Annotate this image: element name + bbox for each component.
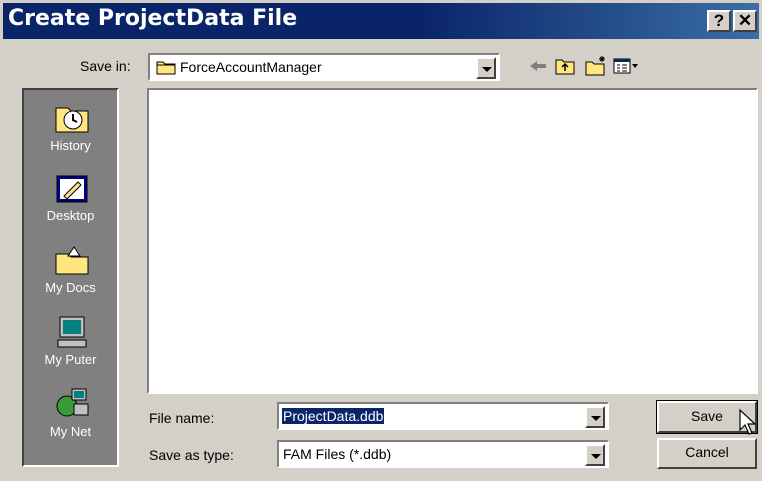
- file-list[interactable]: [147, 88, 758, 394]
- view-menu-icon[interactable]: [612, 55, 640, 77]
- file-name-input[interactable]: ProjectData.ddb: [282, 408, 385, 424]
- places-label-my-puter: My Puter: [44, 352, 97, 367]
- new-folder-icon[interactable]: [584, 55, 608, 77]
- save-in-combo[interactable]: ForceAccountManager: [148, 53, 500, 81]
- cancel-button[interactable]: Cancel: [657, 438, 757, 469]
- file-name-combo[interactable]: ProjectData.ddb: [277, 402, 609, 430]
- close-button[interactable]: ✕: [733, 10, 757, 32]
- dialog-title: Create ProjectData File: [8, 6, 298, 31]
- back-icon[interactable]: [526, 55, 550, 77]
- places-bar: History Desktop My Docs My Puter My Net: [22, 88, 119, 467]
- desktop-icon: [56, 175, 88, 203]
- my-network-icon: [56, 388, 89, 417]
- history-icon: [55, 107, 89, 133]
- help-button[interactable]: ?: [707, 10, 731, 32]
- file-name-dropdown-button[interactable]: [585, 406, 605, 428]
- folder-icon: [156, 61, 176, 75]
- save-dialog: Create ProjectData File ? ✕ Save in: For…: [0, 0, 762, 481]
- save-as-type-dropdown-button[interactable]: [585, 444, 605, 466]
- save-in-value: ForceAccountManager: [180, 59, 322, 75]
- places-label-history: History: [50, 138, 91, 153]
- save-as-type-label: Save as type:: [149, 447, 234, 463]
- my-computer-icon: [57, 316, 87, 348]
- save-as-type-combo[interactable]: FAM Files (*.ddb): [277, 440, 609, 468]
- file-name-label: File name:: [149, 410, 215, 426]
- my-docs-icon: [55, 246, 89, 275]
- save-as-type-value: FAM Files (*.ddb): [283, 446, 392, 462]
- places-label-my-docs: My Docs: [45, 280, 96, 295]
- save-in-label: Save in:: [80, 58, 131, 74]
- save-in-dropdown-button[interactable]: [476, 57, 496, 79]
- up-folder-icon[interactable]: [553, 55, 577, 77]
- mouse-cursor-icon: [739, 408, 757, 435]
- title-bar[interactable]: Create ProjectData File ? ✕: [3, 3, 759, 39]
- places-label-desktop: Desktop: [46, 208, 95, 223]
- places-label-my-net: My Net: [49, 424, 92, 439]
